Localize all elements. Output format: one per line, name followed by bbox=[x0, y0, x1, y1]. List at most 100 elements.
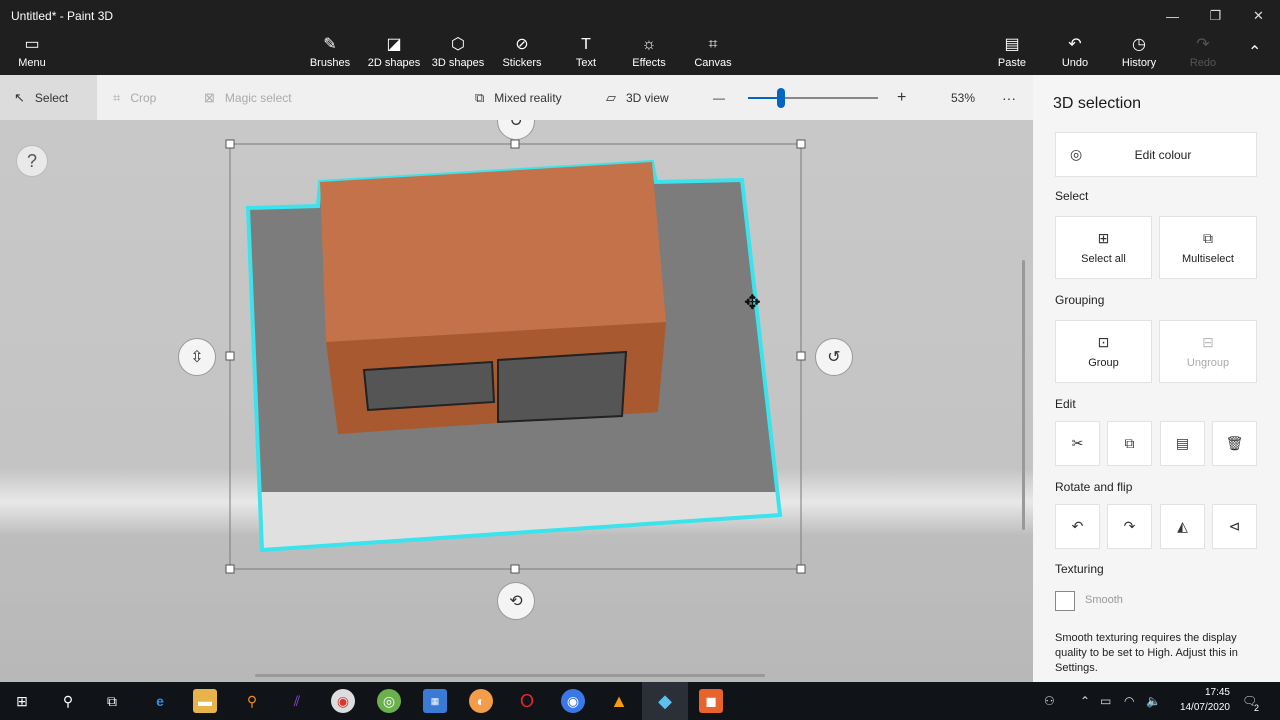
rotate-y-handle[interactable]: ↺ bbox=[815, 338, 853, 376]
box-top[interactable] bbox=[320, 162, 666, 342]
flip-horizontal-icon[interactable]: ◭ bbox=[1160, 504, 1205, 549]
resize-handle-bl[interactable] bbox=[225, 564, 235, 574]
menu-button[interactable]: ▭ Menu bbox=[0, 36, 64, 69]
edge-browser-icon[interactable]: e bbox=[148, 689, 172, 713]
more-options-button[interactable]: ··· bbox=[1002, 75, 1016, 120]
rotate-z-handle[interactable]: ⟲ bbox=[497, 582, 535, 620]
crop-tool[interactable]: ⌗ Crop bbox=[113, 75, 156, 120]
volume-icon[interactable]: 🔈 bbox=[1146, 694, 1161, 708]
rotate-left-icon[interactable]: ↶ bbox=[1055, 504, 1100, 549]
resize-handle-l[interactable] bbox=[225, 351, 235, 361]
delete-icon[interactable]: 🗑 bbox=[1212, 421, 1257, 466]
chrome-icon[interactable]: ◉ bbox=[331, 689, 355, 713]
crop-label: Crop bbox=[130, 90, 157, 105]
select-all-button[interactable]: ⊞ Select all bbox=[1055, 216, 1152, 279]
canvas-area[interactable]: ? ↻ ⇳ ↺ ⟲ ✥ bbox=[0, 120, 1033, 682]
green-app-icon[interactable]: ◎ bbox=[377, 689, 401, 713]
wifi-icon[interactable]: ◠ bbox=[1124, 694, 1134, 708]
multiselect-button[interactable]: ⧉ Multiselect bbox=[1159, 216, 1257, 279]
smooth-checkbox[interactable] bbox=[1055, 591, 1075, 611]
zoom-in-button[interactable]: + bbox=[897, 75, 906, 120]
network-icon[interactable]: ▭ bbox=[1100, 694, 1111, 708]
resize-handle-br[interactable] bbox=[796, 564, 806, 574]
magic-select-label: Magic select bbox=[224, 90, 292, 105]
smooth-label: Smooth bbox=[1085, 594, 1123, 606]
orange-app-icon[interactable]: ◐ bbox=[469, 689, 493, 713]
grouping-heading: Grouping bbox=[1055, 293, 1105, 307]
brushes-tool[interactable]: ✎ Brushes bbox=[298, 36, 362, 69]
resize-handle-t[interactable] bbox=[510, 139, 520, 149]
select-tool[interactable]: ↖ Select bbox=[0, 75, 97, 120]
crop-icon: ⌗ bbox=[113, 89, 121, 105]
resize-handle-r[interactable] bbox=[796, 351, 806, 361]
3d-view-button[interactable]: ▱ 3D view bbox=[606, 75, 669, 120]
windows-start-icon[interactable]: ⊞ bbox=[10, 689, 34, 713]
effects-tool[interactable]: ☼ Effects bbox=[617, 36, 681, 69]
app-search-icon[interactable]: ⚲ bbox=[240, 689, 264, 713]
rotate-right-icon[interactable]: ↷ bbox=[1107, 504, 1152, 549]
vlc-icon[interactable]: ▲ bbox=[607, 689, 631, 713]
copy-icon[interactable]: ⧉ bbox=[1107, 421, 1152, 466]
magic-select-icon: ⊠ bbox=[204, 89, 215, 105]
group-icon: ⊡ bbox=[1097, 334, 1110, 350]
redo-button[interactable]: ↷ Redo bbox=[1171, 36, 1235, 69]
paint3d-taskbar-icon[interactable]: ◆ bbox=[653, 689, 677, 713]
effects-label: Effects bbox=[632, 57, 666, 69]
history-icon: ◷ bbox=[1132, 36, 1146, 53]
zoom-slider-thumb[interactable] bbox=[776, 88, 785, 108]
people-icon[interactable]: ⚇ bbox=[1044, 694, 1055, 708]
selection-toolbar: ↖ Select ⌗ Crop ⊠ Magic select ⧉ Mixed r… bbox=[0, 75, 1033, 120]
box-window-right bbox=[497, 350, 628, 424]
3d-shapes-tool[interactable]: ⬡ 3D shapes bbox=[426, 36, 490, 69]
flip-vertical-icon[interactable]: ⊲ bbox=[1212, 504, 1257, 549]
zoom-slider-fill bbox=[748, 97, 781, 99]
window-controls: — ❐ ✕ bbox=[1151, 0, 1280, 32]
purple-app-icon[interactable]: ⫽ bbox=[285, 689, 309, 713]
cut-icon[interactable]: ✂ bbox=[1055, 421, 1100, 466]
canvas-tool[interactable]: ⌗ Canvas bbox=[681, 36, 745, 69]
restore-button[interactable]: ❐ bbox=[1194, 0, 1237, 32]
close-button[interactable]: ✕ bbox=[1237, 0, 1280, 32]
opera-icon[interactable]: O bbox=[515, 689, 539, 713]
zoom-out-button[interactable]: — bbox=[713, 75, 725, 120]
task-view-icon[interactable]: ⧉ bbox=[100, 689, 124, 713]
resize-handle-b[interactable] bbox=[510, 564, 520, 574]
ungroup-button[interactable]: ⊟ Ungroup bbox=[1159, 320, 1257, 383]
stickers-tool[interactable]: ⊘ Stickers bbox=[490, 36, 554, 69]
vertical-scrollbar[interactable] bbox=[1022, 260, 1025, 530]
taskbar-clock[interactable]: 17:45 14/07/2020 bbox=[1160, 685, 1230, 715]
magic-select-tool[interactable]: ⊠ Magic select bbox=[204, 75, 292, 120]
horizontal-scrollbar[interactable] bbox=[255, 674, 765, 677]
zoom-level: 53% bbox=[951, 90, 976, 105]
edit-colour-label: Edit colour bbox=[1134, 147, 1192, 162]
ungroup-icon: ⊟ bbox=[1202, 334, 1214, 350]
paste-label: Paste bbox=[997, 57, 1027, 69]
2d-shapes-tool[interactable]: ◪ 2D shapes bbox=[362, 36, 426, 69]
paste-icon[interactable]: ▤ bbox=[1160, 421, 1205, 466]
search-icon[interactable]: ⚲ bbox=[56, 689, 80, 713]
edit-colour-button[interactable]: ◎ Edit colour bbox=[1055, 132, 1257, 177]
history-button[interactable]: ◷ History bbox=[1107, 36, 1171, 69]
powerpoint-icon[interactable]: ◼ bbox=[699, 689, 723, 713]
collapse-ribbon-icon[interactable]: ⌃ bbox=[1248, 42, 1261, 62]
calculator-icon[interactable]: ▦ bbox=[423, 689, 447, 713]
cube-icon: ⬡ bbox=[451, 36, 465, 53]
undo-button[interactable]: ↶ Undo bbox=[1043, 36, 1107, 69]
mixed-reality-button[interactable]: ⧉ Mixed reality bbox=[475, 75, 562, 120]
rotate-flip-heading: Rotate and flip bbox=[1055, 480, 1133, 494]
resize-handle-tr[interactable] bbox=[796, 139, 806, 149]
depth-push-handle[interactable]: ⇳ bbox=[178, 338, 216, 376]
group-button[interactable]: ⊡ Group bbox=[1055, 320, 1152, 383]
minimize-button[interactable]: — bbox=[1151, 0, 1194, 32]
stickers-label: Stickers bbox=[502, 57, 542, 69]
paste-button[interactable]: ▤ Paste bbox=[980, 36, 1044, 69]
chrome-blue-icon[interactable]: ◉ bbox=[561, 689, 585, 713]
redo-label: Redo bbox=[1189, 57, 1217, 69]
mixed-reality-icon: ⧉ bbox=[475, 89, 485, 105]
file-explorer-icon[interactable]: ▬ bbox=[193, 689, 217, 713]
3d-view-icon: ▱ bbox=[606, 89, 616, 105]
select-all-label: Select all bbox=[1081, 253, 1126, 265]
tray-chevron-icon[interactable]: ⌃ bbox=[1080, 694, 1090, 708]
resize-handle-tl[interactable] bbox=[225, 139, 235, 149]
text-tool[interactable]: T Text bbox=[554, 36, 618, 69]
